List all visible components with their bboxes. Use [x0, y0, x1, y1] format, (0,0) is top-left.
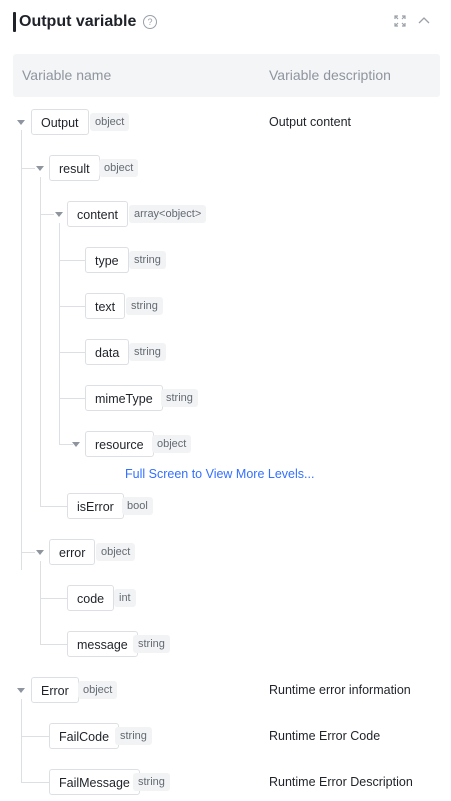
type-tag: array<object> [129, 205, 207, 223]
full-screen-more-levels-link[interactable]: Full Screen to View More Levels... [125, 467, 314, 481]
expand-caret-icon[interactable] [36, 550, 44, 555]
panel-title: Output variable [19, 13, 137, 30]
type-tag: string [129, 251, 166, 269]
type-tag: int [114, 589, 136, 607]
column-name-header: Variable name [22, 67, 112, 83]
variable-name[interactable]: data [85, 339, 130, 365]
type-tag: string [115, 727, 152, 745]
type-tag: string [133, 635, 170, 653]
variable-name[interactable]: FailMessage [49, 769, 140, 795]
type-tag: object [99, 159, 139, 177]
type-tag: bool [122, 497, 153, 515]
expand-caret-icon[interactable] [17, 120, 25, 125]
tree-line [59, 444, 73, 445]
variable-name[interactable]: result [49, 155, 100, 181]
type-tag: string [161, 389, 198, 407]
expand-caret-icon[interactable] [72, 442, 80, 447]
tree-line [21, 552, 35, 553]
variable-name[interactable]: message [67, 631, 138, 657]
column-description-header: Variable description [269, 67, 391, 83]
tree-line [21, 130, 22, 570]
variable-name[interactable]: error [49, 539, 96, 565]
tree-line [59, 398, 85, 399]
variable-description: Runtime Error Description [269, 775, 413, 789]
variable-name[interactable]: FailCode [49, 723, 120, 749]
type-tag: object [78, 681, 118, 699]
variable-name[interactable]: code [67, 585, 115, 611]
chevron-up-icon[interactable] [416, 13, 432, 29]
variable-name[interactable]: text [85, 293, 126, 319]
variable-name[interactable]: type [85, 247, 129, 273]
tree-line [21, 168, 35, 169]
tree-line [59, 306, 85, 307]
tree-line [40, 598, 67, 599]
type-tag: string [126, 297, 163, 315]
type-tag: string [133, 773, 170, 791]
variable-name[interactable]: Error [31, 677, 79, 703]
expand-caret-icon[interactable] [55, 212, 63, 217]
variable-description: Output content [269, 115, 352, 129]
expand-caret-icon[interactable] [17, 688, 25, 693]
variable-name[interactable]: mimeType [85, 385, 163, 411]
type-tag: object [90, 113, 130, 131]
variable-name[interactable]: content [67, 201, 129, 227]
title-accent-bar [13, 12, 16, 32]
tree-line [59, 260, 85, 261]
tree-line [59, 352, 85, 353]
tree-line [21, 782, 49, 783]
tree-line [21, 699, 22, 782]
tree-line [21, 736, 49, 737]
variable-description: Runtime error information [269, 683, 411, 697]
type-tag: object [96, 543, 136, 561]
tree-line [40, 177, 41, 506]
type-tag: string [129, 343, 166, 361]
tree-line [59, 223, 60, 444]
tree-line [40, 506, 67, 507]
tree-line [40, 561, 41, 644]
variable-description: Runtime Error Code [269, 729, 381, 743]
tree-line [40, 214, 54, 215]
variable-name[interactable]: isError [67, 493, 124, 519]
tree-line [40, 644, 67, 645]
variable-name[interactable]: resource [85, 431, 154, 457]
help-icon[interactable]: ? [143, 15, 157, 29]
expand-icon[interactable] [392, 13, 408, 29]
column-header: Variable name Variable description [13, 54, 440, 97]
variable-name[interactable]: Output [31, 109, 89, 135]
type-tag: object [152, 435, 192, 453]
expand-caret-icon[interactable] [36, 166, 44, 171]
